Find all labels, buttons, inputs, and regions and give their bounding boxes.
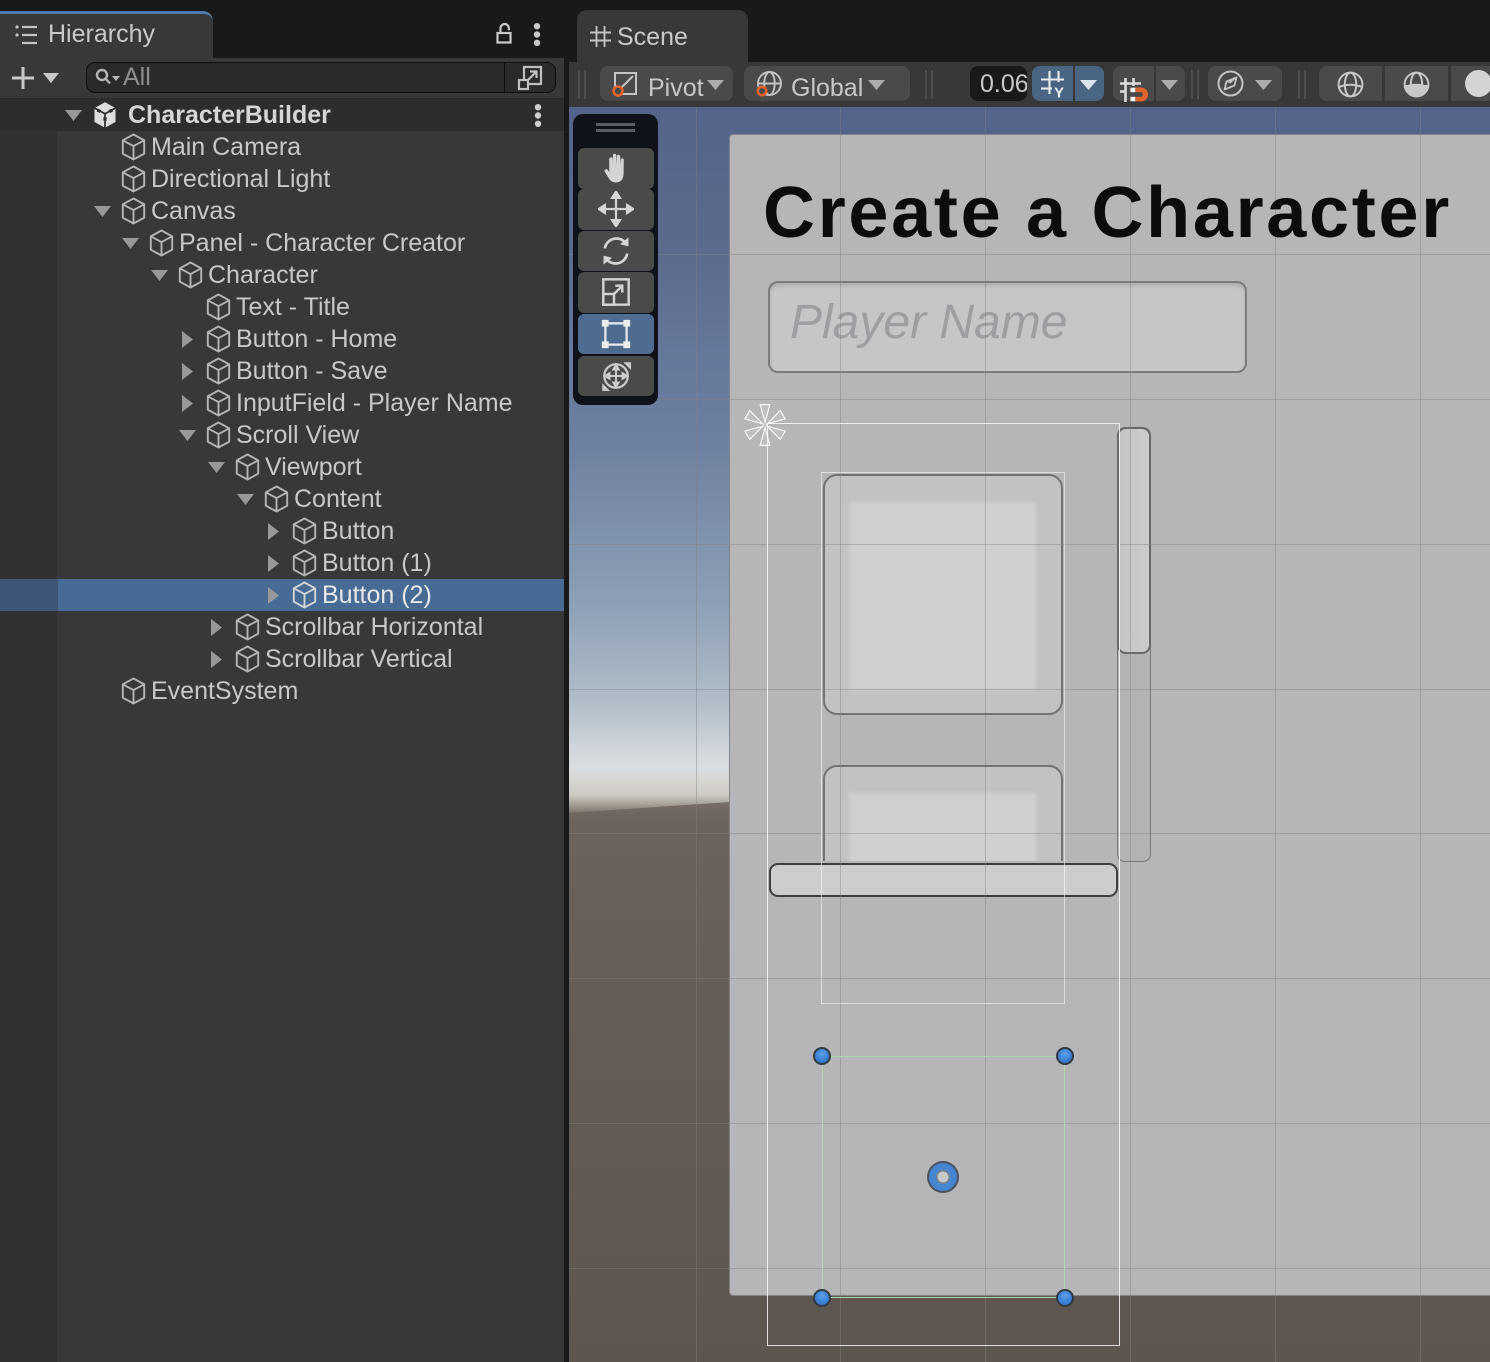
svg-text:Y: Y <box>1054 85 1064 99</box>
